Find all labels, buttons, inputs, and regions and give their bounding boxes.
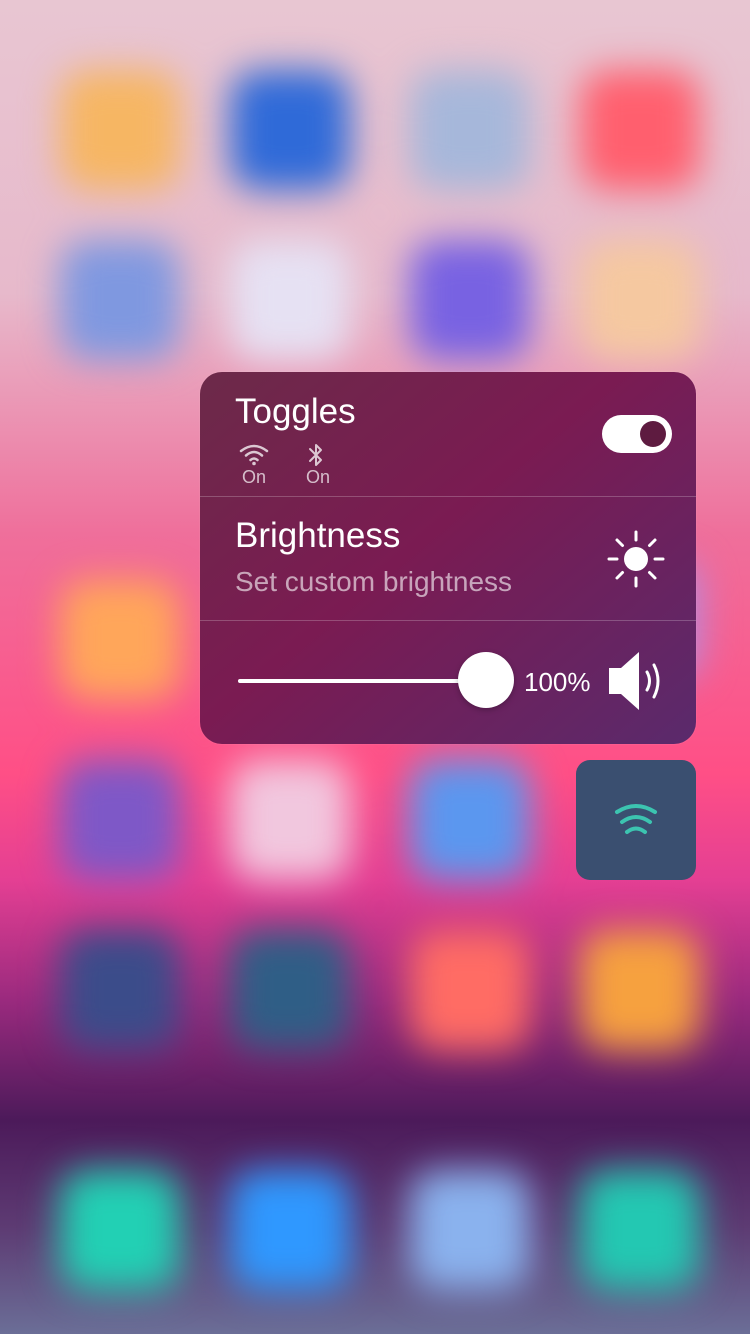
toggles-row[interactable]: Toggles On On	[200, 372, 696, 496]
app-icon-blur	[230, 760, 350, 880]
brightness-row[interactable]: Brightness Set custom brightness	[200, 496, 696, 620]
app-icon-blur	[230, 930, 350, 1050]
toggle-knob	[640, 421, 666, 447]
app-icon-blur	[580, 70, 700, 190]
signal-widget[interactable]	[576, 760, 696, 880]
dock-icon-blur	[60, 1170, 180, 1290]
volume-slider-track[interactable]	[238, 679, 490, 683]
wifi-status: On	[241, 467, 266, 487]
app-icon-blur	[580, 930, 700, 1050]
app-icon-blur	[60, 760, 180, 880]
app-icon-blur	[60, 930, 180, 1050]
brightness-title: Brightness	[235, 516, 401, 555]
volume-percentage: 100%	[524, 667, 591, 697]
volume-row: 100%	[200, 620, 696, 744]
toggles-title: Toggles	[235, 392, 356, 431]
app-icon-blur	[410, 70, 530, 190]
speaker-icon[interactable]	[605, 650, 669, 717]
quick-actions-panel: Toggles On On Brightness Set custom brig…	[200, 372, 696, 744]
volume-slider-thumb[interactable]	[458, 652, 514, 708]
app-icon-blur	[410, 240, 530, 360]
app-icon-blur	[410, 930, 530, 1050]
app-icon-blur	[580, 240, 700, 360]
signal-waves-icon	[614, 802, 658, 843]
sun-icon	[606, 529, 666, 594]
app-icon-blur	[230, 70, 350, 190]
app-icon-blur	[60, 240, 180, 360]
dock-icon-blur	[230, 1170, 350, 1290]
toggles-switch[interactable]	[602, 415, 672, 453]
app-icon-blur	[410, 760, 530, 880]
brightness-subtitle: Set custom brightness	[235, 566, 513, 597]
app-icon-blur	[230, 240, 350, 360]
bluetooth-status: On	[305, 467, 330, 487]
dock-icon-blur	[410, 1170, 530, 1290]
dock-icon-blur	[580, 1170, 700, 1290]
app-icon-blur	[60, 580, 180, 700]
app-icon-blur	[60, 70, 180, 190]
